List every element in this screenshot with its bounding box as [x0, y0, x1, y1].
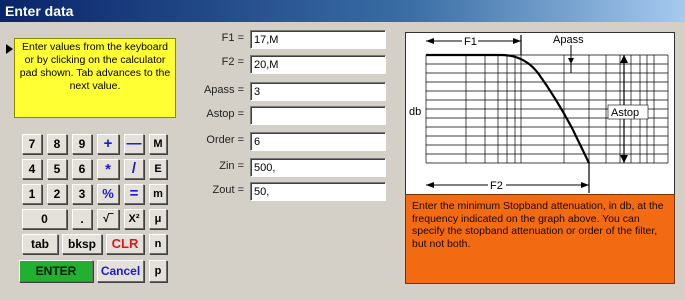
key-5[interactable]: 5	[47, 159, 67, 179]
order-field[interactable]: 6	[250, 132, 386, 151]
zout-field[interactable]: 50,	[250, 182, 386, 201]
key-percent[interactable]: %	[97, 184, 119, 204]
help-message-box: Enter the minimum Stopband attenuation, …	[405, 194, 675, 284]
apass-label: Apass =	[203, 84, 244, 96]
zin-label: Zin =	[219, 160, 244, 172]
key-backspace[interactable]: bksp	[62, 234, 102, 254]
filter-graph-svg: F1 Apass Astop db F2	[409, 34, 669, 193]
key-clear[interactable]: CLR	[106, 234, 144, 254]
f2-field[interactable]: 20,M	[250, 55, 386, 74]
key-equals[interactable]: =	[124, 184, 144, 204]
key-minus[interactable]: —	[124, 134, 144, 154]
apass-arrow-icon	[568, 58, 574, 64]
f2-graph-label: F2	[490, 180, 503, 192]
key-plus[interactable]: +	[97, 134, 119, 154]
key-2[interactable]: 2	[47, 184, 67, 204]
key-mega[interactable]: M	[149, 134, 167, 154]
key-tab[interactable]: tab	[22, 234, 58, 254]
filter-response-graph: F1 Apass Astop db F2	[405, 32, 675, 195]
zin-field[interactable]: 500,	[250, 158, 386, 177]
key-4[interactable]: 4	[22, 159, 42, 179]
db-axis-label: db	[409, 106, 421, 118]
instructions-box: Enter values from the keyboard or by cli…	[14, 38, 176, 118]
astop-graph-label: Astop	[611, 107, 639, 119]
order-label: Order =	[206, 134, 244, 146]
key-milli[interactable]: m	[149, 184, 167, 204]
f2-left-arrow-icon	[426, 182, 434, 188]
caret-arrow-icon	[6, 44, 13, 54]
key-8[interactable]: 8	[47, 134, 67, 154]
astop-down-arrow-icon	[620, 155, 628, 163]
f1-graph-label: F1	[464, 36, 477, 48]
key-9[interactable]: 9	[72, 134, 92, 154]
key-sqrt[interactable]: √‾	[97, 209, 119, 229]
key-square[interactable]: X²	[124, 209, 144, 229]
key-3[interactable]: 3	[72, 184, 92, 204]
key-multiply[interactable]: *	[97, 159, 119, 179]
key-micro[interactable]: μ	[149, 209, 167, 229]
astop-label: Astop =	[206, 108, 244, 120]
key-decimal[interactable]: .	[72, 209, 92, 229]
f2-right-arrow-icon	[581, 182, 589, 188]
key-divide[interactable]: /	[124, 159, 144, 179]
key-6[interactable]: 6	[72, 159, 92, 179]
key-7[interactable]: 7	[22, 134, 42, 154]
key-pico[interactable]: p	[149, 260, 167, 282]
apass-graph-label: Apass	[553, 34, 584, 46]
astop-field[interactable]	[250, 106, 386, 125]
f1-right-arrow-icon	[513, 38, 521, 44]
zout-label: Zout =	[212, 184, 245, 196]
cancel-button[interactable]: Cancel	[97, 260, 144, 282]
dialog-body: Enter values from the keyboard or by cli…	[0, 22, 685, 300]
f1-left-arrow-icon	[426, 38, 434, 44]
enter-button[interactable]: ENTER	[19, 260, 93, 282]
window-title: Enter data	[0, 0, 685, 22]
apass-field[interactable]: 3	[250, 82, 386, 101]
key-exponent[interactable]: E	[149, 159, 167, 179]
astop-up-arrow-icon	[620, 55, 628, 63]
f2-label: F2 =	[221, 56, 244, 68]
f1-field[interactable]: 17,M	[250, 30, 386, 49]
key-1[interactable]: 1	[22, 184, 42, 204]
key-0[interactable]: 0	[22, 209, 67, 229]
key-nano[interactable]: n	[149, 234, 167, 254]
f1-label: F1 =	[221, 32, 244, 44]
